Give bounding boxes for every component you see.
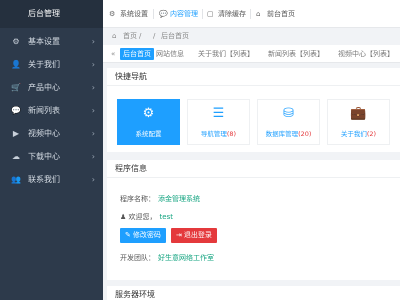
program-name-row: 程序名称： 添金管理系统 bbox=[120, 195, 200, 203]
quick-card-navigation[interactable]: ☰ 导航管理(8) bbox=[187, 99, 250, 145]
cart-icon: 🛒 bbox=[11, 83, 21, 92]
quick-card-database[interactable]: ⛁ 数据库管理(20) bbox=[257, 99, 320, 145]
username: test bbox=[159, 213, 173, 221]
breadcrumb-current: 后台首页 bbox=[161, 32, 189, 40]
page-tabs: « 后台首页 网站信息 关于我们【列表】 新闻列表【列表】 视频中心【列表】 bbox=[103, 45, 400, 63]
divider bbox=[202, 9, 203, 19]
chevron-right-icon: › bbox=[91, 152, 95, 161]
divider bbox=[250, 9, 251, 19]
sidebar-item-label: 新闻列表 bbox=[28, 106, 60, 115]
quick-card-label: 数据库管理(20) bbox=[265, 130, 312, 138]
logout-button[interactable]: ⇥ 退出登录 bbox=[171, 228, 217, 243]
quick-card-system-config[interactable]: ⚙ 系统配置 bbox=[117, 99, 180, 145]
tab-site-info[interactable]: 网站信息 bbox=[153, 48, 187, 60]
quick-card-label: 关于我们(2) bbox=[340, 130, 377, 138]
video-icon: ▶ bbox=[12, 129, 20, 138]
sidebar-item-basic-settings[interactable]: ⚙ 基本设置 › bbox=[0, 30, 103, 53]
top-menu-label: 清除缓存 bbox=[218, 10, 246, 18]
tab-admin-home[interactable]: 后台首页 bbox=[120, 48, 154, 60]
home-icon: ⌂ bbox=[256, 10, 261, 18]
tab-news-list[interactable]: 新闻列表【列表】 bbox=[265, 48, 327, 60]
chat-icon: 💬 bbox=[159, 10, 168, 18]
welcome-row: ♟ 欢迎您， test bbox=[120, 213, 173, 221]
sidebar-item-label: 下载中心 bbox=[28, 152, 60, 161]
sidebar-item-products[interactable]: 🛒 产品中心 › bbox=[0, 76, 103, 99]
panel-title: 程序信息 bbox=[107, 160, 400, 178]
edit-icon: ✎ bbox=[125, 231, 131, 239]
chevron-double-left-icon[interactable]: « bbox=[111, 45, 115, 62]
clear-cache-icon: ▢ bbox=[207, 10, 214, 18]
change-password-button[interactable]: ✎ 修改密码 bbox=[120, 228, 166, 243]
program-info-panel: 程序信息 程序名称： 添金管理系统 ♟ 欢迎您， test 开发团队： 好生意网络工作… bbox=[107, 160, 400, 280]
chevron-right-icon: › bbox=[91, 106, 95, 115]
top-menu-frontend-home[interactable]: ⌂ 前台首页 bbox=[256, 0, 295, 28]
sidebar-item-about[interactable]: 👤 关于我们 › bbox=[0, 53, 103, 76]
top-menu-system-settings[interactable]: ⚙ 系统设置 bbox=[109, 0, 148, 28]
brand-title: 后台管理 bbox=[0, 0, 103, 28]
top-menu-label: 系统设置 bbox=[120, 10, 148, 18]
sidebar-item-contact[interactable]: 👥 联系我们 › bbox=[0, 168, 103, 191]
top-menu-label: 前台首页 bbox=[267, 10, 295, 18]
cloud-download-icon: ☁ bbox=[12, 152, 20, 161]
server-env-panel: 服务器环境 bbox=[107, 286, 400, 300]
chevron-right-icon: › bbox=[91, 60, 95, 69]
database-icon: ⛁ bbox=[283, 106, 294, 121]
quick-card-label: 系统配置 bbox=[135, 130, 162, 138]
top-menu-bar: ⚙ 系统设置 💬 内容管理 ▢ 清除缓存 ⌂ 前台首页 bbox=[103, 0, 400, 28]
sidebar-item-label: 联系我们 bbox=[28, 175, 60, 184]
sidebar-item-label: 基本设置 bbox=[28, 37, 60, 46]
top-menu-content-management[interactable]: 💬 内容管理 bbox=[159, 0, 198, 28]
sidebar-item-label: 产品中心 bbox=[28, 83, 60, 92]
gear-icon: ⚙ bbox=[142, 106, 155, 121]
tab-about-list[interactable]: 关于我们【列表】 bbox=[195, 48, 257, 60]
tab-video-list[interactable]: 视频中心【列表】 bbox=[335, 48, 397, 60]
sidebar: 后台管理 ⚙ 基本设置 › 👤 关于我们 › 🛒 产品中心 › 💬 新闻列表 ›… bbox=[0, 0, 103, 300]
sidebar-item-label: 视频中心 bbox=[28, 129, 60, 138]
chat-icon: 💬 bbox=[11, 106, 21, 115]
chevron-right-icon: › bbox=[91, 175, 95, 184]
sidebar-item-videos[interactable]: ▶ 视频中心 › bbox=[0, 122, 103, 145]
quick-nav-panel: 快捷导航 ⚙ 系统配置 ☰ 导航管理(8) ⛁ 数据库管理(20) 💼 关于我们… bbox=[107, 68, 400, 152]
home-icon[interactable]: ⌂ bbox=[112, 28, 116, 45]
top-menu-label: 内容管理 bbox=[170, 10, 198, 18]
sidebar-item-label: 关于我们 bbox=[28, 60, 60, 69]
user-icon: 👤 bbox=[11, 60, 21, 69]
quick-card-label: 导航管理(8) bbox=[200, 130, 237, 138]
sidebar-item-news[interactable]: 💬 新闻列表 › bbox=[0, 99, 103, 122]
quick-card-about[interactable]: 💼 关于我们(2) bbox=[327, 99, 390, 145]
divider bbox=[153, 9, 154, 19]
briefcase-icon: 💼 bbox=[350, 106, 367, 121]
panel-title: 服务器环境 bbox=[115, 290, 155, 299]
breadcrumb: ⌂ 首页 / / 后台首页 bbox=[103, 28, 400, 45]
dev-team-row: 开发团队： 好生意网络工作室 bbox=[120, 254, 214, 262]
program-name-value: 添金管理系统 bbox=[158, 195, 200, 203]
gear-icon: ⚙ bbox=[12, 37, 20, 46]
logout-icon: ⇥ bbox=[176, 231, 182, 239]
contacts-icon: 👥 bbox=[11, 175, 21, 184]
list-icon: ☰ bbox=[212, 106, 225, 121]
chevron-right-icon: › bbox=[91, 129, 95, 138]
user-icon: ♟ bbox=[120, 213, 127, 221]
chevron-right-icon: › bbox=[91, 37, 95, 46]
chevron-right-icon: › bbox=[91, 83, 95, 92]
top-menu-clear-cache[interactable]: ▢ 清除缓存 bbox=[207, 0, 246, 28]
breadcrumb-separator: / bbox=[153, 32, 156, 40]
breadcrumb-separator: / bbox=[139, 32, 142, 40]
dev-team-value: 好生意网络工作室 bbox=[158, 254, 214, 262]
sidebar-item-downloads[interactable]: ☁ 下载中心 › bbox=[0, 145, 103, 168]
gear-icon: ⚙ bbox=[109, 10, 116, 18]
panel-title: 快捷导航 bbox=[107, 68, 400, 86]
breadcrumb-home[interactable]: 首页 bbox=[123, 28, 137, 45]
